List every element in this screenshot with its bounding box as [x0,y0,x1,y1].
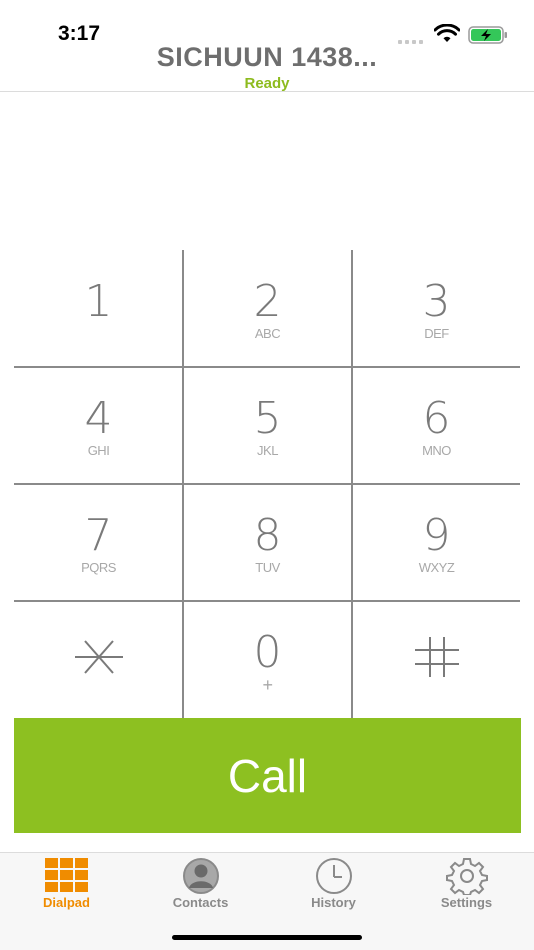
key-letters: GHI [87,443,110,458]
key-letters: DEF [424,326,449,341]
key-6[interactable]: 6 MNO [352,367,521,484]
hash-icon [415,637,459,677]
key-letters: PQRS [81,560,116,575]
key-letters: ABC [254,326,281,341]
key-digit: 7 [84,510,113,561]
tab-label: Contacts [172,895,229,910]
key-8[interactable]: 8 TUV [183,484,352,601]
key-star[interactable] [14,601,183,718]
header-divider [0,91,534,92]
key-3[interactable]: 3 DEF [352,250,521,367]
tab-settings[interactable]: Settings [400,853,533,913]
key-digit: 9 [422,510,451,561]
home-indicator[interactable] [172,935,362,940]
dialpad: 1 2 ABC 3 DEF 4 GHI 5 JKL 6 MNO 7 PQRS 8… [14,250,520,718]
key-0[interactable]: 0 + [183,601,352,718]
asterisk-icon [75,640,123,674]
key-digit: 4 [84,393,113,444]
key-letters: JKL [257,443,278,458]
registration-status: Ready [244,75,290,92]
key-digit: 8 [253,510,282,561]
clock-icon [316,858,352,894]
key-letters: + [262,675,273,695]
key-7[interactable]: 7 PQRS [14,484,183,601]
key-hash[interactable] [352,601,521,718]
key-digit: 3 [422,276,451,327]
key-digit: 1 [84,276,113,327]
key-2[interactable]: 2 ABC [183,250,352,367]
key-letters: MNO [422,443,451,458]
call-button-label: Call [227,749,308,802]
key-letters: WXYZ [418,560,455,575]
gear-icon [446,858,488,895]
account-title: SICHUUN 1438... [156,42,378,72]
tab-label: History [311,895,356,910]
key-9[interactable]: 9 WXYZ [352,484,521,601]
contact-person-icon [183,858,219,894]
tab-label: Settings [440,895,493,910]
dialpad-grid-icon [45,858,88,892]
key-1[interactable]: 1 [14,250,183,367]
tab-history[interactable]: History [267,853,400,913]
key-4[interactable]: 4 GHI [14,367,183,484]
key-digit: 2 [253,276,282,327]
tab-contacts[interactable]: Contacts [134,853,267,913]
dialed-number-display [14,120,520,210]
key-digit: 6 [422,393,451,444]
key-letters: TUV [255,560,280,575]
key-5[interactable]: 5 JKL [183,367,352,484]
tab-label: Dialpad [43,895,90,910]
tab-dialpad[interactable]: Dialpad [0,853,133,913]
wifi-icon [434,24,460,42]
key-digit: 5 [253,393,282,444]
call-button[interactable]: Call [14,718,521,833]
key-digit: 0 [253,627,282,678]
